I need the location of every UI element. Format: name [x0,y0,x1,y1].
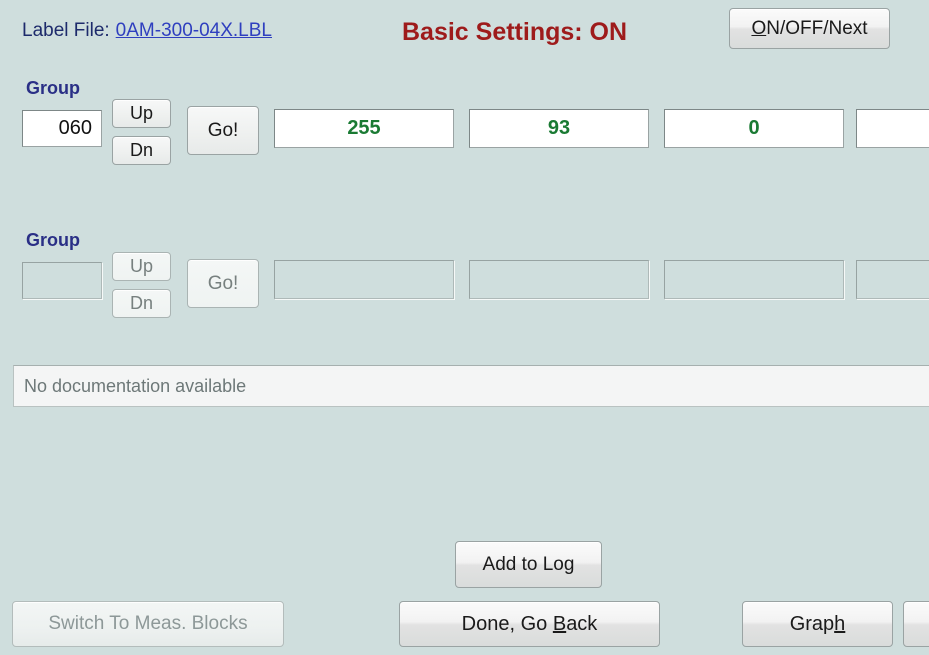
group-go-label-2: Go! [207,272,239,294]
group-dn-button-2[interactable]: Dn [112,289,171,318]
group-go-button-2[interactable]: Go! [187,259,259,308]
done-go-back-post: ack [566,612,598,635]
graph-button[interactable]: Graph [742,601,893,647]
documentation-text: No documentation available [24,375,247,396]
group-label-2: Group [26,230,80,250]
page-title: Basic Settings: ON [402,18,628,46]
group-dn-button-1[interactable]: Dn [112,136,171,165]
add-to-log-label: Add to Log [482,553,575,575]
value-field-1-3[interactable]: 0 [664,109,844,148]
extra-right-button[interactable] [903,601,929,647]
group-number-input-2[interactable] [22,262,102,299]
value-field-1-4[interactable] [856,109,929,148]
group-number-input-1[interactable]: 060 [22,110,102,147]
group-label-1: Group [26,78,80,98]
group-up-label-1: Up [129,103,153,123]
group-dn-label-1: Dn [129,140,153,160]
value-field-2-1[interactable] [274,260,454,299]
on-off-next-accel: O [751,17,767,39]
done-go-back-pre: Done, Go [461,612,553,635]
group-up-button-1[interactable]: Up [112,99,171,128]
switch-to-meas-blocks-label: Switch To Meas. Blocks [48,613,248,634]
done-go-back-button[interactable]: Done, Go Back [399,601,660,647]
label-file-caption: Label File: [22,20,110,41]
documentation-bar: No documentation available [13,365,929,407]
value-field-1-1[interactable]: 255 [274,109,454,148]
on-off-next-rest: N/OFF/Next [766,17,868,39]
group-go-label-1: Go! [207,119,239,141]
label-file-link[interactable]: 0AM-300-04X.LBL [116,20,272,41]
on-off-next-button[interactable]: ON/OFF/Next [729,8,890,49]
value-field-1-2[interactable]: 93 [469,109,649,148]
graph-accel: h [834,612,846,635]
group-go-button-1[interactable]: Go! [187,106,259,155]
group-up-label-2: Up [129,256,153,276]
done-go-back-accel: B [552,612,567,635]
value-field-2-4[interactable] [856,260,929,299]
group-up-button-2[interactable]: Up [112,252,171,281]
value-field-2-3[interactable] [664,260,844,299]
group-dn-label-2: Dn [129,293,153,313]
graph-pre: Grap [789,612,835,635]
label-file-row: Label File: 0AM-300-04X.LBL [22,20,272,42]
add-to-log-button[interactable]: Add to Log [455,541,602,588]
value-field-2-2[interactable] [469,260,649,299]
switch-to-meas-blocks-button[interactable]: Switch To Meas. Blocks [12,601,284,647]
